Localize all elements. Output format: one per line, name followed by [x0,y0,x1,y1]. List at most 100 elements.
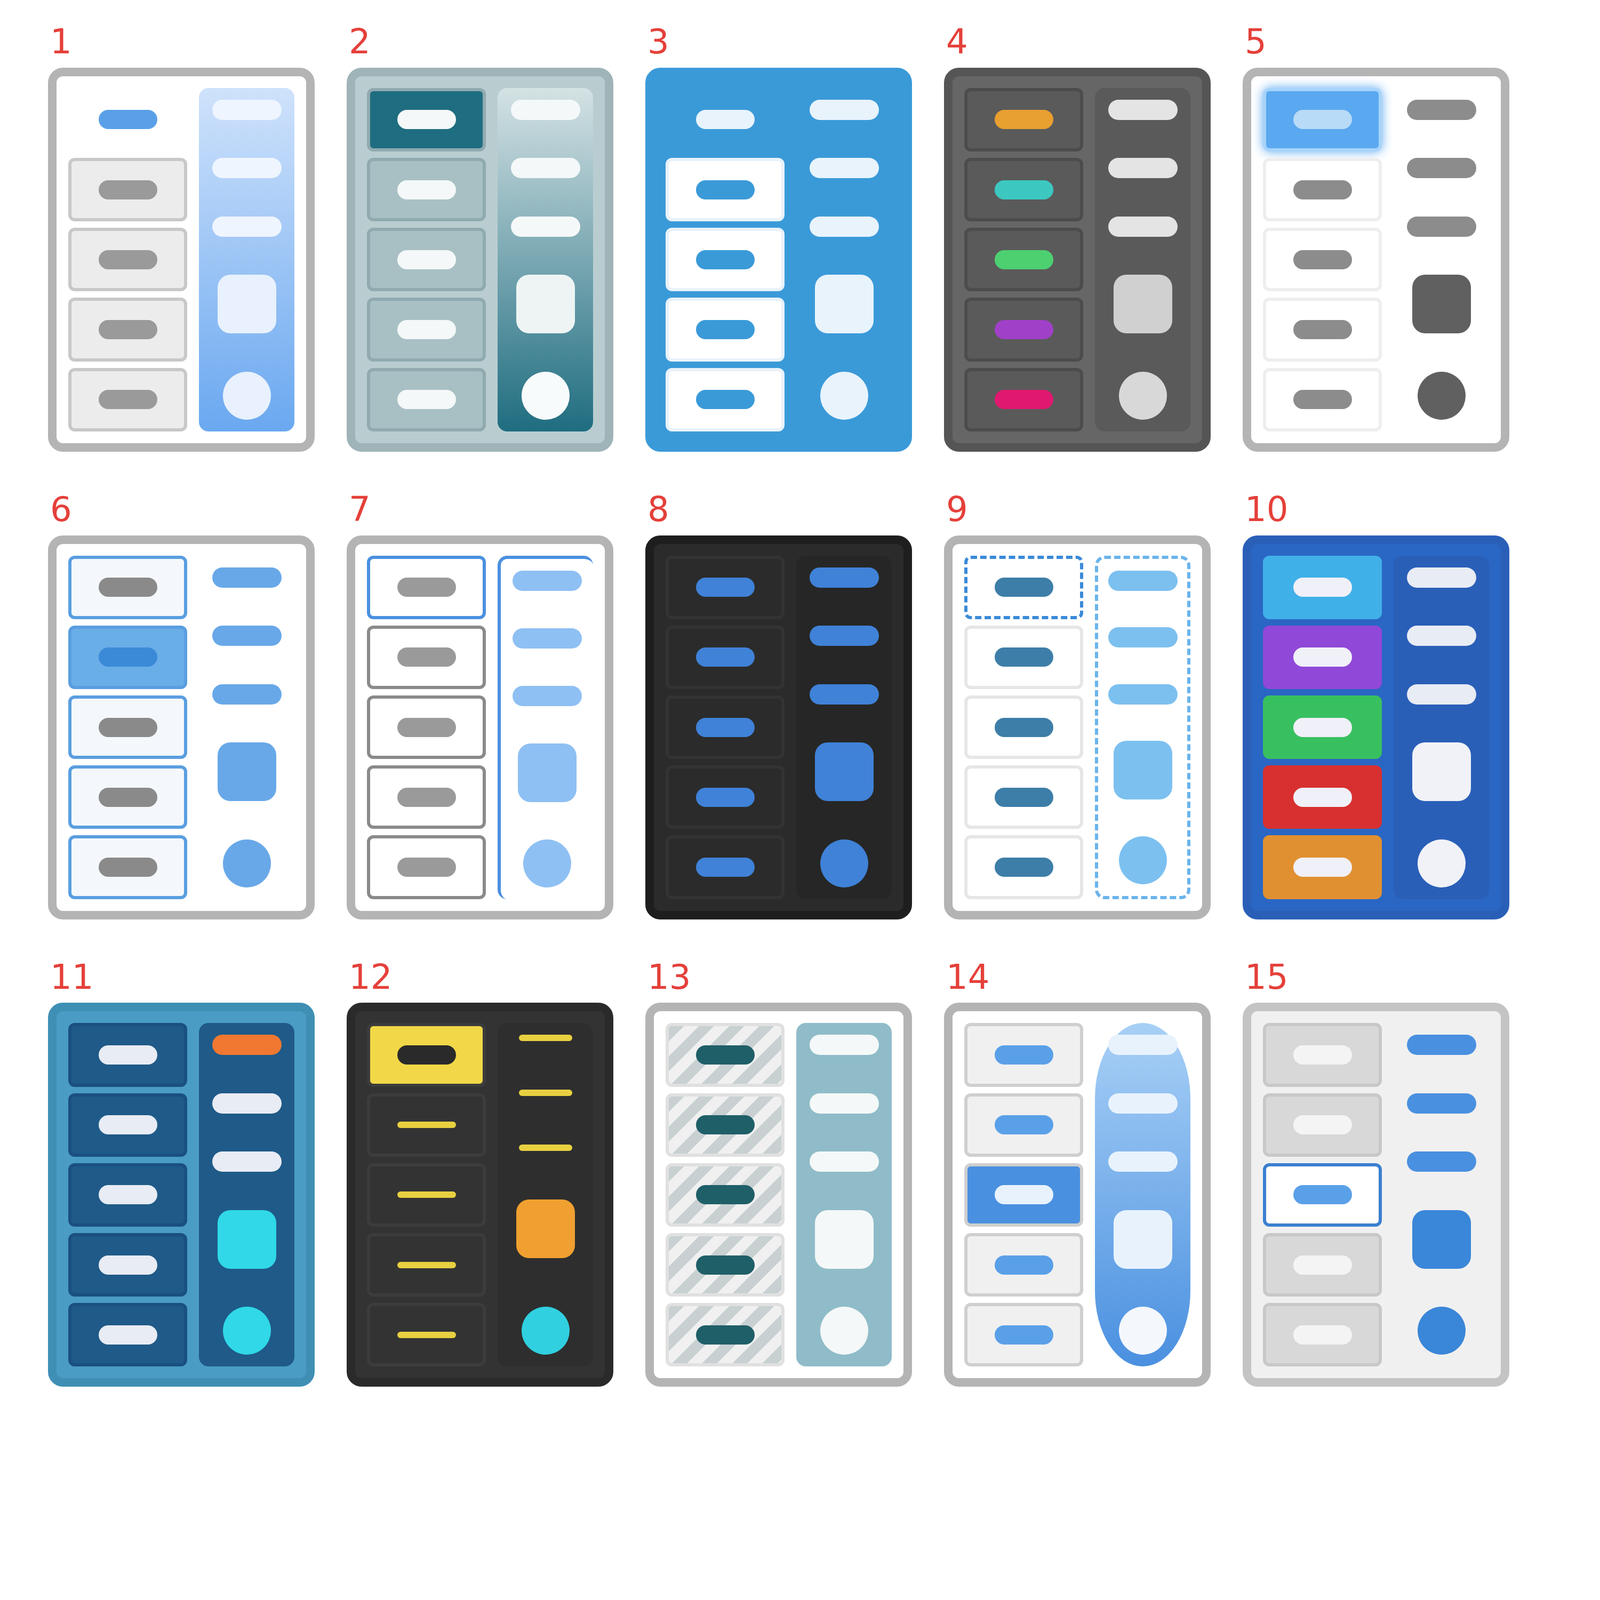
panel-pill [809,1034,879,1055]
side-panel [1094,555,1191,900]
sketch: 6 [48,489,315,920]
panel-square [1113,1210,1173,1269]
row-column [366,1022,486,1367]
sketch-row [366,765,486,829]
row-pill [1293,250,1352,270]
row-pill [98,1185,158,1205]
panel-pill [510,99,581,120]
panel-pill [1108,99,1178,120]
sketch-row [1262,297,1382,362]
side-panel [1393,555,1490,900]
panel-pill [1108,1093,1178,1114]
sketch-row [964,227,1084,292]
row-pill [397,717,456,738]
sketch-row [665,1093,785,1157]
sketch-card [1242,67,1510,452]
row-column [1262,1022,1382,1367]
panel-pill [1406,216,1477,237]
row-pill [98,647,158,667]
panel-circle [1417,371,1466,420]
panel-square [1412,1210,1471,1269]
sketch-card [1242,1002,1510,1387]
sketch-row [964,368,1084,432]
panel-pill [212,625,282,646]
sketch-row [1262,1093,1382,1157]
row-column [665,1022,785,1367]
row-pill [994,577,1054,597]
sketch-label: 12 [346,956,614,998]
sketch-row [68,157,188,222]
row-pill [397,389,456,410]
sketch-card [1242,535,1510,920]
row-pill [994,857,1054,877]
panel-square [516,1199,575,1259]
panel-circle [820,1306,869,1355]
row-pill [994,109,1054,130]
sketch-label: 10 [1242,489,1510,531]
sketch-label: 8 [645,489,912,531]
sketch: 11 [48,956,315,1388]
row-pill [696,577,755,597]
panel-circle [1118,1306,1167,1355]
sketch-row [665,227,785,292]
sketch-row [1262,1302,1382,1367]
panel-circle [222,1306,271,1355]
row-pill [397,180,456,200]
row-pill [397,250,456,270]
panel-pill [1406,567,1477,588]
row-pill [1293,577,1352,597]
sketch: 14 [944,956,1211,1388]
panel-pill [1406,1034,1477,1055]
sketch-row [665,695,785,759]
sketch-row [366,1093,486,1157]
row-pill [696,1255,755,1275]
row-pill [98,787,158,807]
row-pill [696,1185,755,1205]
panel-pill [1406,1093,1477,1114]
panel-pill [1108,1151,1178,1172]
sketch-row [1262,1233,1382,1297]
sketch-row [665,765,785,829]
row-pill [1293,320,1352,340]
sketch-row [1262,765,1382,829]
side-panel [198,88,295,432]
sketch-card [48,67,315,452]
side-panel [1393,1022,1490,1367]
sketch: 15 [1242,956,1510,1388]
panel-pill [512,685,582,707]
sketch-row [665,157,785,222]
row-pill [98,1115,158,1135]
row-pill [397,1121,456,1128]
panel-circle [1417,839,1466,888]
sketch-label: 4 [944,21,1211,63]
row-pill [696,787,755,807]
panel-pill [1108,684,1178,705]
row-pill [994,787,1054,807]
panel-pill [809,157,879,179]
row-pill [397,1191,456,1198]
panel-circle [820,371,869,420]
sketch-label: 9 [944,489,1211,531]
sketch-row [964,1233,1084,1297]
row-pill [397,1331,456,1339]
sketch: 5 [1242,21,1510,452]
panel-circle [222,371,271,420]
panel-pill [212,1151,282,1172]
row-pill [1293,1115,1352,1135]
row-pill [1293,787,1352,807]
panel-pill [212,1093,282,1114]
sketch-row [366,1022,486,1087]
sketch-row [366,88,486,152]
sketch-row [366,368,486,432]
sketch-label: 3 [645,21,912,63]
panel-pill [510,216,581,237]
sketch-row [964,1022,1084,1087]
sketch-label: 7 [346,489,614,531]
panel-pill [212,1034,282,1055]
row-pill [98,250,158,270]
row-pill [98,857,158,877]
sketch-row [68,625,188,690]
sketch-row [366,297,486,362]
side-panel [1393,88,1490,432]
row-pill [98,1325,158,1345]
